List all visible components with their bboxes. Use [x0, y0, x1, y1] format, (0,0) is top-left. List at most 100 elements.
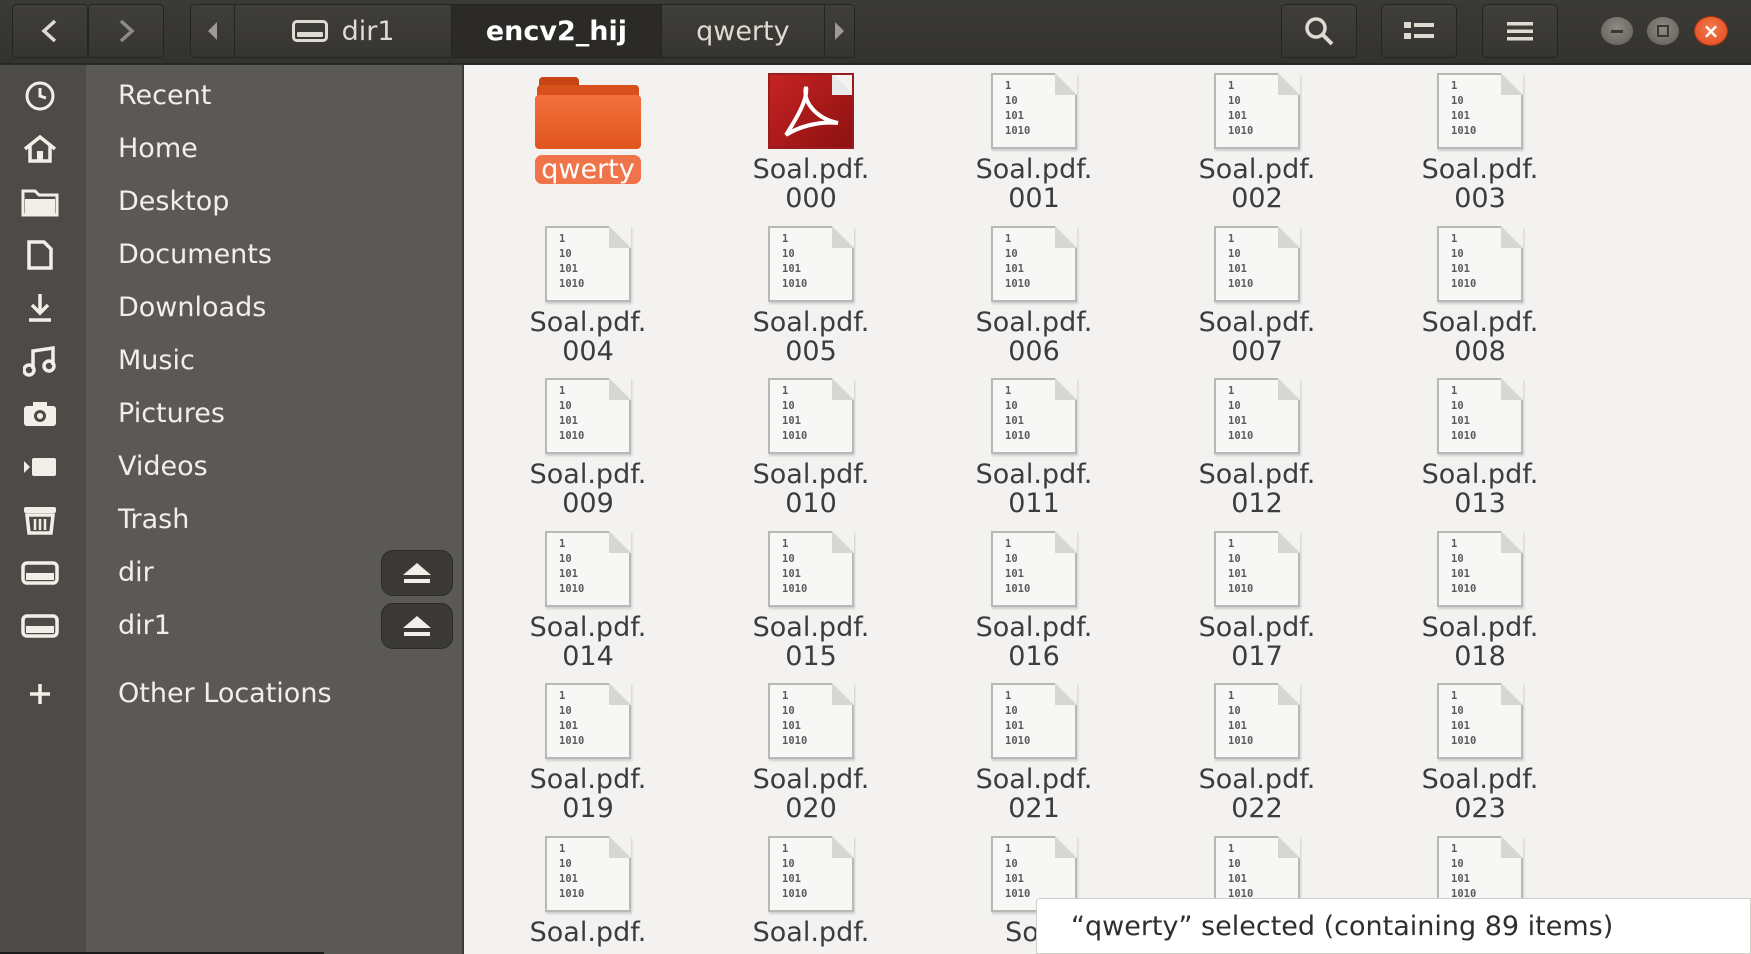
file-name-line1: Soal.pdf.: [529, 459, 647, 490]
sidebar-item-desktop[interactable]: Desktop: [0, 175, 462, 228]
file-name-line2: 023: [1454, 793, 1506, 824]
forward-button[interactable]: [88, 4, 164, 58]
path-segment-encv2-hij[interactable]: encv2_hij: [452, 5, 662, 57]
file-name-line1: Soal.pdf.: [1421, 612, 1539, 643]
file-name-line1: Soal.pdf.: [752, 459, 870, 490]
path-segment-dir1[interactable]: dir1: [234, 5, 453, 57]
path-scroll-right-button[interactable]: [825, 5, 854, 57]
file-item[interactable]: 1 10 101 1010 Soal.pdf. 013: [1380, 378, 1580, 528]
file-name-line1: Soal.pdf.: [975, 307, 1093, 338]
file-name: Soal.pdf. 001: [976, 155, 1093, 213]
home-icon: [18, 127, 62, 171]
sidebar-item-label: dir1: [118, 610, 171, 641]
sidebar-item-label: Home: [118, 133, 198, 164]
binary-glyph-text: 1 10 101 1010: [1005, 80, 1031, 137]
path-segment-label: dir1: [341, 15, 395, 47]
file-name: Soal.pdf. 014: [530, 613, 647, 671]
file-item[interactable]: 1 10 101 1010 Soal.pdf. 005: [711, 226, 911, 376]
file-item[interactable]: 1 10 101 1010 Soal.pdf. 021: [934, 683, 1134, 833]
minimize-button[interactable]: [1600, 16, 1634, 46]
file-item[interactable]: 1 10 101 1010 Soal.pdf. 004: [488, 226, 688, 376]
sidebar-item-documents[interactable]: Documents: [0, 228, 462, 281]
file-name-line2: 005: [785, 336, 837, 367]
close-button[interactable]: ×: [1694, 16, 1728, 46]
file-item[interactable]: 1 10 101 1010 Soal.pdf. 008: [1380, 226, 1580, 376]
file-item[interactable]: 1 10 101 1010 Soal.pdf. 015: [711, 531, 911, 681]
file-item[interactable]: 1 10 101 1010 Soal.pdf. 007: [1157, 226, 1357, 376]
file-item[interactable]: 1 10 101 1010 Soal.pdf. 002: [1157, 73, 1357, 223]
file-item[interactable]: 1 10 101 1010 Soal.pdf. 022: [1157, 683, 1357, 833]
binary-file-icon: 1 10 101 1010: [545, 378, 631, 454]
sidebar-item-downloads[interactable]: Downloads: [0, 281, 462, 334]
file-item[interactable]: 1 10 101 1010 Soal.pdf. 019: [488, 683, 688, 833]
back-button[interactable]: [12, 4, 88, 58]
file-item[interactable]: 1 10 101 1010 Soal.pdf. 010: [711, 378, 911, 528]
file-item[interactable]: 1 10 101 1010 Soal.pdf. 003: [1380, 73, 1580, 223]
folder-item[interactable]: qwerty: [488, 73, 688, 223]
path-scroll-left-button[interactable]: [191, 5, 235, 57]
file-name: Soal.pdf. 021: [976, 765, 1093, 823]
file-item[interactable]: 1 10 101 1010 Soal.pdf. 017: [1157, 531, 1357, 681]
file-name: Soal.pdf. 000: [753, 155, 870, 213]
search-button[interactable]: [1281, 4, 1357, 58]
video-icon: [18, 445, 62, 489]
maximize-button[interactable]: [1646, 16, 1680, 46]
file-name-line1: Soal.pdf.: [1198, 764, 1316, 795]
eject-dir-button[interactable]: [381, 549, 453, 596]
sidebar-item-videos[interactable]: Videos: [0, 440, 462, 493]
sidebar-item-trash[interactable]: Trash: [0, 493, 462, 546]
file-item[interactable]: 1 10 101 1010 Soal.pdf. 016: [934, 531, 1134, 681]
binary-file-icon: 1 10 101 1010: [545, 531, 631, 607]
file-item[interactable]: 1 10 101 1010 Soal.pdf.: [711, 836, 911, 954]
file-name: Soal.pdf. 013: [1422, 460, 1539, 518]
binary-file-icon: 1 10 101 1010: [1437, 683, 1523, 759]
file-item[interactable]: 1 10 101 1010 Soal.pdf.: [488, 836, 688, 954]
binary-glyph-text: 1 10 101 1010: [1451, 80, 1477, 137]
eject-icon: [403, 616, 431, 628]
file-item[interactable]: Soal.pdf. 000: [711, 73, 911, 223]
file-item[interactable]: 1 10 101 1010 Soal.pdf. 014: [488, 531, 688, 681]
path-segment-qwerty[interactable]: qwerty: [661, 5, 826, 57]
file-name-line1: Soal.pdf.: [1421, 154, 1539, 185]
file-name-line2: 010: [785, 488, 837, 519]
menu-button[interactable]: [1482, 4, 1558, 58]
binary-glyph-text: 1 10 101 1010: [782, 843, 808, 900]
sidebar-item-label: Desktop: [118, 186, 230, 217]
file-item[interactable]: 1 10 101 1010 Soal.pdf. 018: [1380, 531, 1580, 681]
sidebar-item-music[interactable]: Music: [0, 334, 462, 387]
file-name: Soal.pdf. 010: [753, 460, 870, 518]
file-name-line2: 000: [785, 183, 837, 214]
binary-glyph-text: 1 10 101 1010: [1005, 843, 1031, 900]
file-item[interactable]: 1 10 101 1010 Soal.pdf. 012: [1157, 378, 1357, 528]
file-name-line2: 020: [785, 793, 837, 824]
sidebar-item-recent[interactable]: Recent: [0, 69, 462, 122]
file-item[interactable]: 1 10 101 1010 Soal.pdf. 009: [488, 378, 688, 528]
sidebar-item-dir[interactable]: dir: [0, 546, 462, 599]
file-item[interactable]: 1 10 101 1010 Soal.pdf. 020: [711, 683, 911, 833]
sidebar-item-other-locations[interactable]: Other Locations: [0, 667, 462, 720]
file-item[interactable]: 1 10 101 1010 Soal.pdf. 011: [934, 378, 1134, 528]
sidebar-item-pictures[interactable]: Pictures: [0, 387, 462, 440]
binary-glyph-text: 1 10 101 1010: [559, 385, 585, 442]
eject-dir1-button[interactable]: [381, 602, 453, 649]
file-item[interactable]: 1 10 101 1010 Soal.pdf. 023: [1380, 683, 1580, 833]
file-name: Soal.pdf. 019: [530, 765, 647, 823]
hamburger-menu-icon: [1507, 22, 1533, 41]
drive-icon: [18, 551, 62, 595]
file-name-line2: 013: [1454, 488, 1506, 519]
file-name-line1: Soal.pdf.: [529, 612, 647, 643]
sidebar: Recent Home Desktop Documents Downloads …: [0, 65, 464, 954]
close-icon: ×: [1702, 19, 1720, 43]
pdf-icon: [768, 73, 854, 149]
sidebar-item-home[interactable]: Home: [0, 122, 462, 175]
sidebar-item-dir1[interactable]: dir1: [0, 599, 462, 652]
file-item[interactable]: 1 10 101 1010 Soal.pdf. 006: [934, 226, 1134, 376]
binary-glyph-text: 1 10 101 1010: [1005, 690, 1031, 747]
drive-icon: [291, 20, 328, 42]
view-toggle-button[interactable]: [1381, 4, 1457, 58]
binary-glyph-text: 1 10 101 1010: [782, 690, 808, 747]
binary-glyph-text: 1 10 101 1010: [1228, 80, 1254, 137]
file-item[interactable]: 1 10 101 1010 Soal.pdf. 001: [934, 73, 1134, 223]
file-name: Soal.pdf. 007: [1199, 308, 1316, 366]
file-name-line2: 004: [562, 336, 614, 367]
